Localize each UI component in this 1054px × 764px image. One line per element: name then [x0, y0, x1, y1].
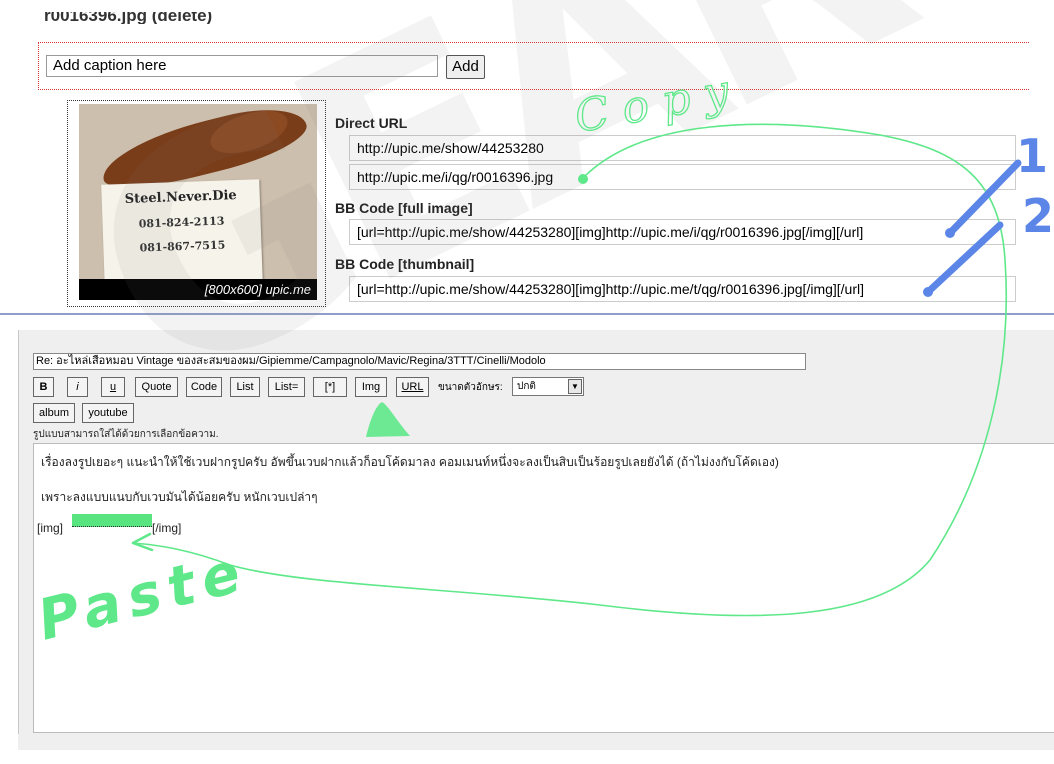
message-textarea[interactable]: [33, 443, 1054, 733]
img-open-tag: [img]: [37, 521, 64, 535]
add-caption-button[interactable]: Add: [446, 55, 485, 79]
bb-full-field[interactable]: [url=http://upic.me/show/44253280][img]h…: [349, 219, 1016, 245]
bb-thumb-label: BB Code [thumbnail]: [335, 256, 475, 272]
thumbnail-caption: [800x600] upic.me: [79, 279, 317, 300]
message-line-1: เรื่องลงรูปเยอะๆ แนะนำให้ใช้เวบฝากรูปครั…: [41, 455, 779, 469]
list-button[interactable]: List: [230, 377, 260, 397]
direct-url-label: Direct URL: [335, 115, 408, 131]
code-button[interactable]: Code: [186, 377, 222, 397]
quote-button[interactable]: Quote: [135, 377, 178, 397]
bb-full-label: BB Code [full image]: [335, 200, 473, 216]
editor-bottom-strip: [18, 734, 1054, 750]
paste-placeholder-dots: [72, 526, 152, 527]
font-size-value: ปกติ: [517, 381, 536, 392]
italic-button[interactable]: i: [67, 377, 88, 397]
img-button[interactable]: Img: [355, 377, 387, 397]
url-button[interactable]: URL: [396, 377, 429, 397]
youtube-button[interactable]: youtube: [82, 403, 134, 423]
img-close-tag: [/img]: [152, 521, 182, 535]
format-hint: รูปแบบสามารถใส่ได้ด้วยการเลือกข้อความ.: [33, 429, 219, 440]
list-ordered-button[interactable]: List=: [268, 377, 305, 397]
bold-button[interactable]: B: [33, 377, 54, 397]
list-item-button[interactable]: [*]: [313, 377, 347, 397]
image-filename-title: r0016396.jpg (delete): [44, 12, 213, 24]
direct-url-image-field[interactable]: http://upic.me/i/qg/r0016396.jpg: [349, 164, 1016, 190]
caption-input[interactable]: Add caption here: [46, 55, 438, 77]
subject-input[interactable]: Re: อะไหล่เสือหมอบ Vintage ของสะสมของผม/…: [33, 353, 806, 370]
underline-button[interactable]: u: [101, 377, 125, 397]
thumbnail-image[interactable]: Steel.Never.Die 081-824-2113 081-867-751…: [79, 104, 317, 300]
card-line-3: 081-867-7515: [139, 238, 226, 255]
dropdown-arrow-icon[interactable]: ▼: [568, 379, 582, 394]
album-button[interactable]: album: [33, 403, 75, 423]
bb-thumb-field[interactable]: [url=http://upic.me/show/44253280][img]h…: [349, 276, 1016, 302]
card-line-1: Steel.Never.Die: [124, 188, 237, 207]
section-divider: [0, 313, 1054, 315]
upload-panel: r0016396.jpg (delete) Add caption here A…: [0, 0, 1054, 316]
message-line-2: เพราะลงแบบแนบกับเวบมันได้น้อยครับ หนักเว…: [41, 490, 318, 504]
font-size-label: ขนาดตัวอักษร:: [438, 382, 503, 393]
direct-url-show-field[interactable]: http://upic.me/show/44253280: [349, 135, 1016, 161]
card-line-2: 081-824-2113: [138, 214, 225, 231]
font-size-select[interactable]: ปกติ ▼: [512, 377, 584, 396]
note-card: Steel.Never.Die 081-824-2113 081-867-751…: [101, 179, 263, 289]
